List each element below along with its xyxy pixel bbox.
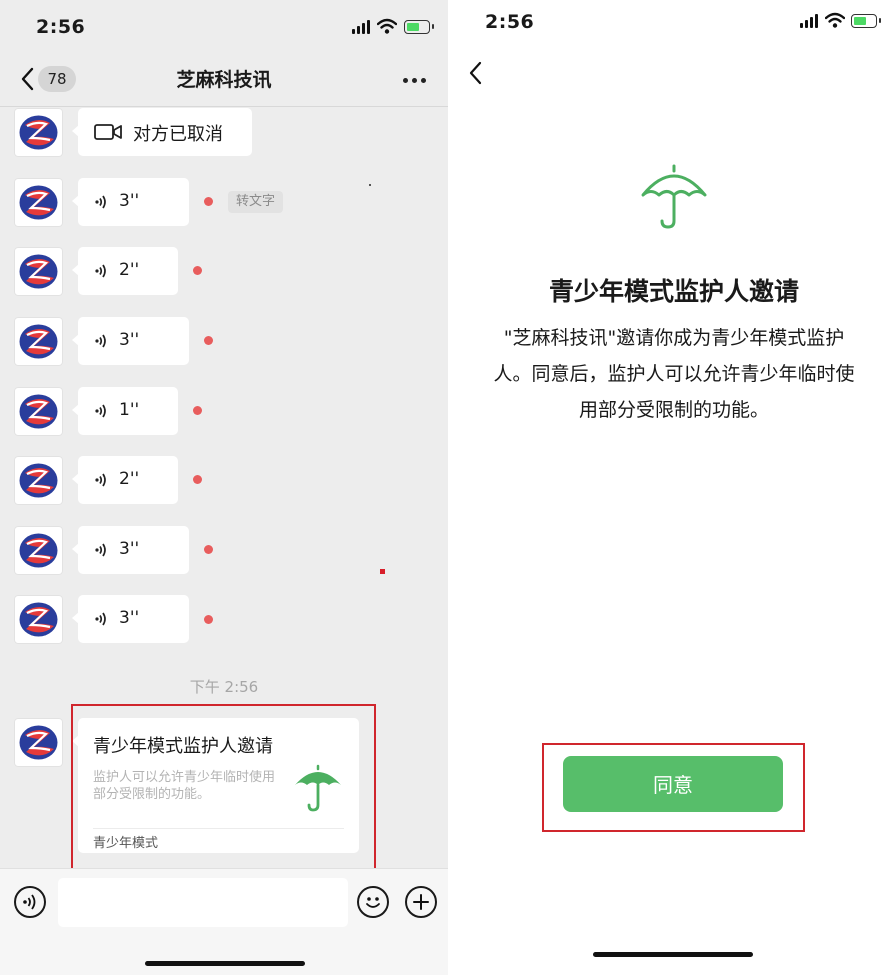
page-title: 青少年模式监护人邀请 — [548, 277, 799, 306]
zhima-logo-icon — [19, 602, 58, 637]
umbrella-icon — [641, 164, 707, 229]
voice-message-bubble[interactable]: 3'' — [72, 595, 189, 643]
chat-screen: 2:56 78 芝麻科技讯 对方已取消 3'' 转文字 2'' 3'' 1'' … — [0, 0, 448, 975]
zhima-logo-icon — [19, 324, 58, 359]
message-timestamp: 下午 2:56 — [189, 678, 259, 696]
cellular-signal-icon — [352, 20, 370, 34]
status-bar: 2:56 — [455, 0, 893, 52]
voice-wave-icon — [95, 195, 106, 209]
zhima-logo-icon — [19, 254, 58, 289]
voice-message-bubble[interactable]: 3'' — [72, 317, 189, 365]
avatar[interactable] — [14, 108, 63, 157]
emoji-button[interactable] — [357, 886, 389, 918]
zhima-logo-icon — [19, 185, 58, 220]
panel-divider — [448, 0, 455, 975]
unread-dot — [204, 545, 213, 554]
unread-dot — [204, 336, 213, 345]
voice-wave-icon — [23, 894, 36, 910]
voice-message-bubble[interactable]: 1'' — [72, 387, 178, 435]
zhima-logo-icon — [19, 394, 58, 429]
invite-description: "芝麻科技讯"邀请你成为青少年模式监护人。同意后，监护人可以允许青少年临时使用部… — [493, 327, 855, 421]
status-time: 2:56 — [36, 16, 86, 38]
avatar[interactable] — [14, 387, 63, 436]
guardian-invite-screen: 2:56 青少年模式监护人邀请 "芝麻科技讯"邀请你成为青少年模式监护人。同意后… — [455, 0, 893, 975]
home-indicator — [593, 952, 753, 957]
voice-duration: 3'' — [119, 330, 140, 350]
voice-input-button[interactable] — [14, 886, 46, 918]
unread-dot — [193, 475, 202, 484]
avatar[interactable] — [14, 317, 63, 366]
avatar[interactable] — [14, 178, 63, 227]
more-options-icon[interactable] — [403, 78, 426, 83]
voice-wave-icon — [95, 612, 106, 626]
voice-duration: 3'' — [119, 608, 140, 628]
battery-icon — [404, 20, 434, 34]
smiley-icon — [366, 897, 380, 908]
unread-dot — [193, 266, 202, 275]
voice-message-bubble[interactable]: 3'' — [72, 178, 189, 226]
voice-duration: 3'' — [119, 191, 140, 211]
more-actions-button[interactable] — [405, 886, 437, 918]
wifi-icon — [825, 12, 845, 28]
highlight-box — [542, 743, 805, 832]
voice-message-bubble[interactable]: 3'' — [72, 526, 189, 574]
voice-duration: 2'' — [119, 469, 140, 489]
voice-wave-icon — [95, 473, 106, 487]
unread-dot — [204, 197, 213, 206]
voice-duration: 2'' — [119, 260, 140, 280]
message-bubble-video-call[interactable]: 对方已取消 — [72, 108, 252, 156]
avatar[interactable] — [14, 247, 63, 296]
voice-duration: 1'' — [119, 400, 140, 420]
cellular-signal-icon — [800, 14, 818, 28]
chat-title: 芝麻科技讯 — [176, 69, 272, 91]
zhima-logo-icon — [19, 725, 58, 760]
zhima-logo-icon — [19, 533, 58, 568]
call-status-text: 对方已取消 — [133, 124, 223, 145]
highlight-box — [71, 704, 376, 872]
voice-duration: 3'' — [119, 539, 140, 559]
voice-wave-icon — [95, 334, 106, 348]
zhima-logo-icon — [19, 463, 58, 498]
status-time: 2:56 — [485, 11, 535, 33]
voice-message-bubble[interactable]: 2'' — [72, 247, 178, 295]
home-indicator — [145, 961, 305, 966]
zhima-logo-icon — [19, 115, 58, 150]
voice-wave-icon — [95, 543, 106, 557]
transcribe-button[interactable]: 转文字 — [228, 191, 284, 213]
unread-dot — [193, 406, 202, 415]
avatar[interactable] — [14, 595, 63, 644]
avatar[interactable] — [14, 456, 63, 505]
battery-icon — [851, 14, 881, 28]
stray-mark — [369, 184, 371, 186]
unread-dot — [204, 615, 213, 624]
avatar[interactable] — [14, 718, 63, 767]
wifi-icon — [377, 18, 397, 34]
message-input[interactable] — [58, 878, 348, 927]
video-camera-icon — [94, 124, 122, 140]
voice-wave-icon — [95, 404, 106, 418]
chat-header: 78 芝麻科技讯 — [0, 52, 448, 107]
voice-message-bubble[interactable]: 2'' — [72, 456, 178, 504]
voice-wave-icon — [95, 264, 106, 278]
avatar[interactable] — [14, 526, 63, 575]
back-chevron-icon[interactable] — [465, 60, 489, 86]
chat-input-bar — [0, 868, 448, 975]
stray-mark — [380, 569, 385, 574]
status-bar: 2:56 — [0, 0, 448, 52]
plus-icon — [413, 894, 429, 910]
